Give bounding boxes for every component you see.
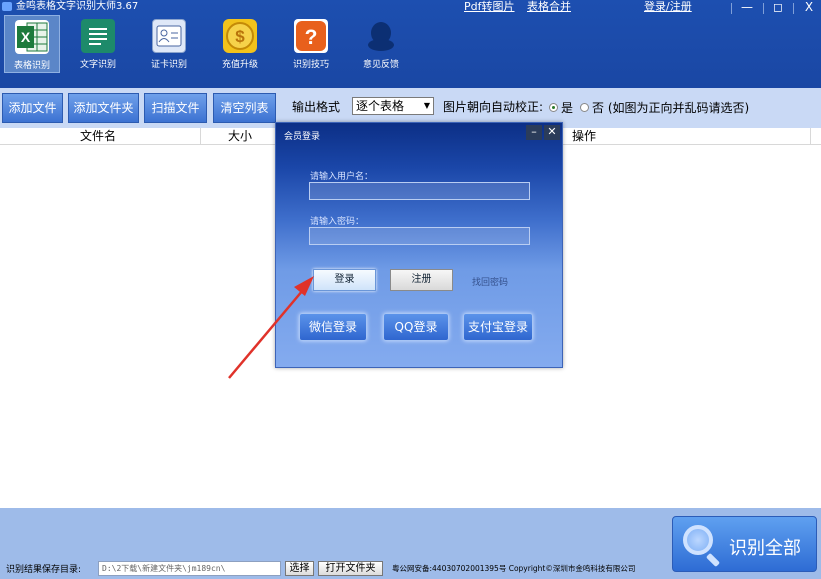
coin-icon: $ <box>223 19 257 53</box>
dialog-minimize-button[interactable]: – <box>526 125 542 140</box>
magnifier-icon <box>683 525 713 555</box>
svg-text:X: X <box>21 29 31 45</box>
window-control-separator <box>763 3 764 14</box>
svg-text:$: $ <box>235 27 245 46</box>
output-format-select[interactable]: 逐个表格 ▼ <box>352 97 434 115</box>
tool-label: 充值升级 <box>221 60 258 70</box>
tool-label: 识别技巧 <box>292 60 329 70</box>
minimize-window-button[interactable]: — <box>734 0 760 16</box>
auto-correct-no-radio[interactable] <box>580 103 589 112</box>
login-dialog-title: 会员登录 <box>284 132 321 142</box>
alipay-login-button[interactable]: 支付宝登录 <box>463 313 533 341</box>
excel-icon: X <box>15 20 49 54</box>
document-icon <box>81 19 115 53</box>
password-input[interactable] <box>309 227 530 245</box>
username-input[interactable] <box>309 182 530 200</box>
auto-correct-label: 图片朝向自动校正: <box>443 100 544 114</box>
window-control-separator <box>731 3 732 14</box>
column-separator[interactable] <box>200 128 201 145</box>
forgot-password-link[interactable]: 找回密码 <box>472 275 508 288</box>
pdf-to-image-link[interactable]: Pdf转图片 <box>464 0 515 14</box>
dialog-close-button[interactable]: ✕ <box>544 125 560 140</box>
open-folder-button[interactable]: 打开文件夹 <box>318 561 383 576</box>
app-logo-icon <box>2 2 12 11</box>
login-button[interactable]: 登录 <box>313 269 376 291</box>
save-dir-input[interactable]: D:\2下载\新建文件夹\jm189cn\ <box>98 561 281 576</box>
tool-card-recognition[interactable]: 证卡识别 <box>141 15 197 73</box>
tool-feedback[interactable]: 意见反馈 <box>353 15 409 73</box>
qq-login-button[interactable]: QQ登录 <box>383 313 449 341</box>
qq-icon <box>364 19 398 53</box>
tool-recognition-tips[interactable]: ? 识别技巧 <box>283 15 339 73</box>
column-size[interactable]: 大小 <box>228 128 252 145</box>
recognize-all-button[interactable]: 识别全部 <box>672 516 817 572</box>
chevron-down-icon: ▼ <box>423 101 430 110</box>
window-title: 金鸣表格文字识别大师3.67 <box>16 1 139 12</box>
wechat-login-button[interactable]: 微信登录 <box>299 313 367 341</box>
auto-correct-yes-label: 是 <box>561 101 574 115</box>
help-icon: ? <box>294 19 328 53</box>
top-toolbar: 金鸣表格文字识别大师3.67 Pdf转图片 表格合并 登录/注册 — ◻ X X… <box>0 0 821 88</box>
tool-label: 意见反馈 <box>362 60 399 70</box>
tool-label: 文字识别 <box>79 60 116 70</box>
login-dialog: 会员登录 – ✕ 请输入用户名： 请输入密码： 登录 注册 找回密码 微信登录 … <box>275 122 563 368</box>
close-window-button[interactable]: X <box>796 0 821 16</box>
auto-correct-yes-radio[interactable] <box>549 103 558 112</box>
column-file-name[interactable]: 文件名 <box>80 128 116 145</box>
tool-text-recognition[interactable]: 文字识别 <box>70 15 126 73</box>
tool-recharge-upgrade[interactable]: $ 充值升级 <box>212 15 268 73</box>
auto-correct-no-label: 否 (如图为正向并乱码请选否) <box>592 101 750 115</box>
login-register-link[interactable]: 登录/注册 <box>644 0 692 14</box>
choose-dir-button[interactable]: 选择 <box>285 561 314 576</box>
recognize-all-label: 识别全部 <box>729 538 801 559</box>
footer-copyright: 粤公网安备:44030702001395号 Copyright©深圳市金鸣科技有… <box>392 564 636 573</box>
column-separator[interactable] <box>810 128 811 145</box>
output-format-label: 输出格式 <box>292 100 341 114</box>
save-dir-label: 识别结果保存目录: <box>6 565 82 575</box>
table-merge-link[interactable]: 表格合并 <box>527 0 571 14</box>
window-control-separator <box>793 3 794 14</box>
output-format-value: 逐个表格 <box>356 99 405 113</box>
clear-list-button[interactable]: 清空列表 <box>213 93 276 123</box>
password-label: 请输入密码： <box>310 217 365 227</box>
maximize-window-button[interactable]: ◻ <box>765 0 791 16</box>
username-label: 请输入用户名： <box>310 172 374 182</box>
add-folder-button[interactable]: 添加文件夹 <box>68 93 139 123</box>
scan-file-button[interactable]: 扫描文件 <box>144 93 207 123</box>
magnifier-handle <box>705 552 721 568</box>
add-file-button[interactable]: 添加文件 <box>2 93 63 123</box>
tool-label: 证卡识别 <box>150 60 187 70</box>
id-card-icon <box>152 19 186 53</box>
tool-table-recognition[interactable]: X 表格识别 <box>4 15 60 73</box>
register-button[interactable]: 注册 <box>390 269 453 291</box>
tool-label: 表格识别 <box>13 61 50 71</box>
column-action[interactable]: 操作 <box>572 128 596 145</box>
svg-text:?: ? <box>305 26 318 49</box>
